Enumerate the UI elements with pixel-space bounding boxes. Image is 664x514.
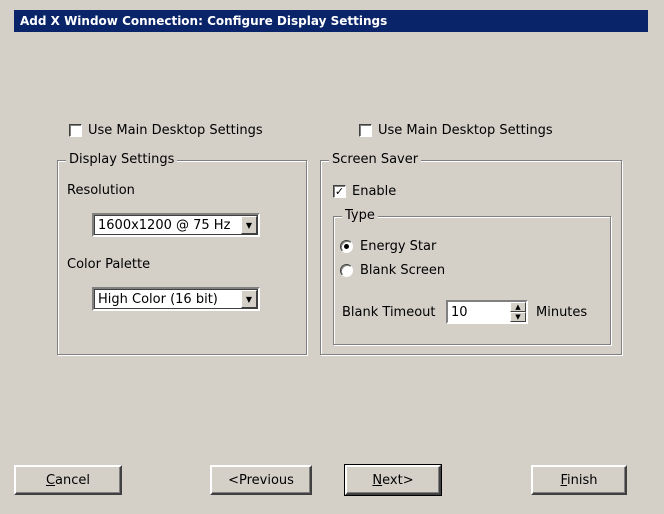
window-title: Add X Window Connection: Configure Displ… xyxy=(14,10,648,32)
spin-buttons: ▲ ▼ xyxy=(510,302,526,322)
chevron-down-icon[interactable]: ▼ xyxy=(241,216,257,234)
radio-blank-screen-label: Blank Screen xyxy=(360,263,446,278)
blank-timeout-value: 10 xyxy=(451,304,468,320)
display-settings-group-label: Display Settings xyxy=(66,152,178,168)
color-palette-select[interactable]: High Color (16 bit) ▼ xyxy=(92,287,260,311)
next-button[interactable]: Next> xyxy=(344,464,442,496)
display-settings-group: Display Settings Resolution 1600x1200 @ … xyxy=(57,152,307,355)
right-use-main-desktop-checkbox[interactable]: Use Main Desktop Settings xyxy=(359,123,553,138)
resolution-select[interactable]: 1600x1200 @ 75 Hz ▼ xyxy=(92,213,260,237)
finish-button[interactable]: Finish xyxy=(531,465,627,495)
radio-energy-star[interactable]: Energy Star xyxy=(340,239,436,254)
left-use-main-desktop-label: Use Main Desktop Settings xyxy=(88,123,263,138)
resolution-value: 1600x1200 @ 75 Hz xyxy=(98,217,231,233)
cancel-button[interactable]: Cancel xyxy=(14,465,122,495)
color-palette-label: Color Palette xyxy=(67,257,151,272)
checkbox-box xyxy=(359,124,372,137)
checkbox-box xyxy=(69,124,82,137)
screen-saver-group: Screen Saver ✓ Enable Type Energy Star B… xyxy=(320,152,622,355)
screen-saver-group-label: Screen Saver xyxy=(329,152,422,168)
spin-up-icon[interactable]: ▲ xyxy=(510,302,526,312)
enable-label: Enable xyxy=(352,184,397,199)
radio-unselected-icon xyxy=(340,264,353,277)
type-group-label: Type xyxy=(342,208,378,224)
color-palette-value: High Color (16 bit) xyxy=(98,291,218,307)
radio-energy-star-label: Energy Star xyxy=(360,239,437,254)
dialog-client-area: Use Main Desktop Settings Use Main Deskt… xyxy=(14,32,648,496)
dialog-window: Add X Window Connection: Configure Displ… xyxy=(0,0,664,514)
radio-selected-icon xyxy=(340,240,353,253)
spin-down-icon[interactable]: ▼ xyxy=(510,312,526,322)
type-group: Type Energy Star Blank Screen Blank Time… xyxy=(333,208,611,345)
checkbox-box: ✓ xyxy=(333,185,346,198)
left-use-main-desktop-checkbox[interactable]: Use Main Desktop Settings xyxy=(69,123,263,138)
chevron-down-icon[interactable]: ▼ xyxy=(241,290,257,308)
blank-timeout-units: Minutes xyxy=(536,305,588,320)
enable-checkbox[interactable]: ✓ Enable xyxy=(333,184,396,199)
blank-timeout-spinbox[interactable]: 10 ▲ ▼ xyxy=(446,300,528,324)
blank-timeout-label: Blank Timeout xyxy=(342,305,436,320)
previous-button[interactable]: <Previous xyxy=(210,465,312,495)
resolution-label: Resolution xyxy=(67,183,135,198)
radio-blank-screen[interactable]: Blank Screen xyxy=(340,263,445,278)
right-use-main-desktop-label: Use Main Desktop Settings xyxy=(378,123,553,138)
